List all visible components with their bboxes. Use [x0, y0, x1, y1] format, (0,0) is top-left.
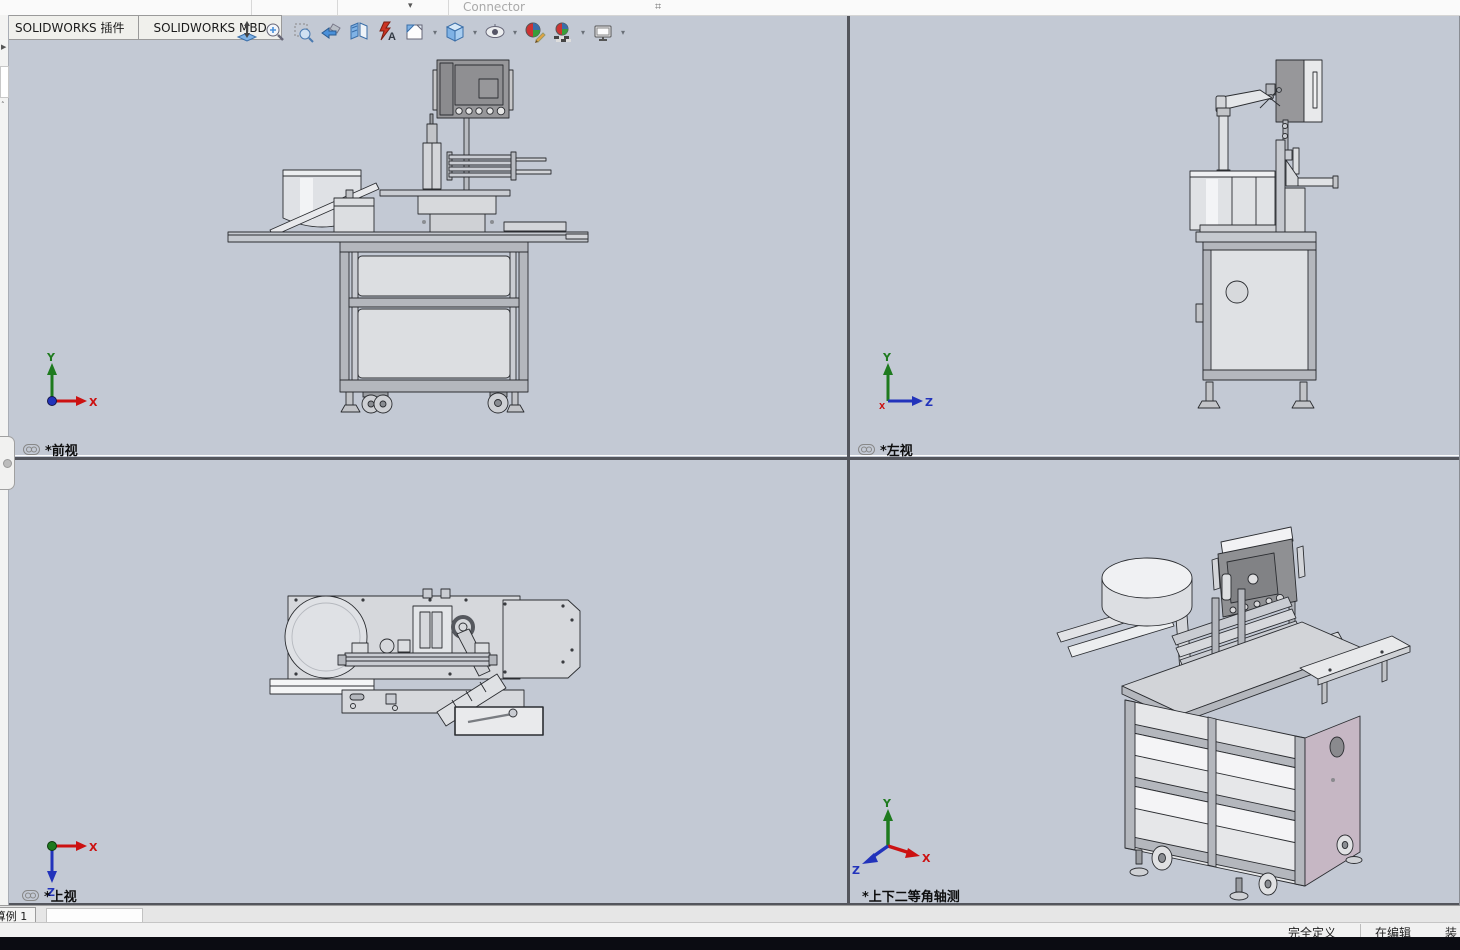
- mate-icon[interactable]: ⌗: [655, 0, 661, 14]
- graphics-area: Y X Y Z X X Z Y X: [0, 0, 1460, 950]
- link-icon: [858, 444, 875, 455]
- menu-separator: [337, 0, 338, 15]
- chevron-down-icon[interactable]: ▾: [470, 18, 480, 46]
- status-bar: 完全定义 在编辑 装: [0, 922, 1460, 937]
- motion-study-tab-bar: 算例 1: [0, 905, 1460, 922]
- collapsed-panel-box[interactable]: [0, 66, 9, 98]
- triad-isometric: Y X Z: [852, 797, 931, 877]
- menu-separator: [448, 0, 449, 15]
- zoom-to-selection-icon[interactable]: [290, 18, 316, 46]
- triad-left: Y Z X: [879, 351, 933, 411]
- view-settings-icon[interactable]: [590, 18, 616, 46]
- tab-solidworks-addins[interactable]: SOLIDWORKS 插件: [0, 15, 139, 40]
- edit-appearance-icon[interactable]: [522, 18, 548, 46]
- hide-show-items-icon[interactable]: [482, 18, 508, 46]
- svg-text:Y: Y: [882, 351, 892, 364]
- front-view-drawing[interactable]: [228, 60, 588, 413]
- svg-text:Y: Y: [46, 351, 56, 364]
- svg-text:X: X: [922, 852, 931, 865]
- dynamic-annotation-views-icon[interactable]: A: [374, 18, 400, 46]
- svg-text:X: X: [89, 841, 98, 854]
- viewport-split-horizontal[interactable]: [0, 457, 1460, 460]
- chevron-down-icon[interactable]: ▾: [408, 1, 413, 11]
- svg-text:Y: Y: [882, 797, 892, 810]
- svg-text:Z: Z: [852, 864, 860, 877]
- panel-flyout-tab[interactable]: [0, 436, 15, 490]
- expand-panel-arrow-icon[interactable]: ▶: [1, 43, 6, 51]
- previous-view-icon[interactable]: [318, 18, 344, 46]
- chevron-down-icon[interactable]: ▾: [510, 18, 520, 46]
- status-separator: [1360, 924, 1361, 937]
- isometric-view-drawing[interactable]: [1057, 527, 1410, 900]
- zoom-to-area-icon[interactable]: [262, 18, 288, 46]
- collapse-up-arrow-icon[interactable]: ˄: [1, 101, 5, 109]
- chevron-down-icon[interactable]: ▾: [430, 18, 440, 46]
- left-view-drawing[interactable]: [1190, 60, 1338, 408]
- taskbar-band: [0, 937, 1460, 950]
- link-icon: [23, 444, 40, 455]
- connector-command-label[interactable]: Connector: [463, 0, 525, 14]
- display-style-icon[interactable]: [442, 18, 468, 46]
- svg-text:X: X: [879, 402, 886, 411]
- link-icon: [22, 890, 39, 901]
- view-orientation-icon[interactable]: [402, 18, 428, 46]
- viewport-label-top: *上视: [22, 886, 77, 905]
- zoom-to-fit-icon[interactable]: [234, 18, 260, 46]
- menu-separator: [251, 0, 252, 15]
- viewport-split-hairline: [0, 455, 1460, 456]
- svg-text:A: A: [388, 31, 396, 43]
- flyout-grip-dot: [3, 459, 12, 468]
- chevron-down-icon[interactable]: ▾: [578, 18, 588, 46]
- menu-row: ▾ Connector ⌗: [0, 0, 1460, 16]
- svg-text:Z: Z: [925, 396, 933, 409]
- top-view-drawing[interactable]: [270, 589, 580, 735]
- viewport-label-isometric: *上下二等角轴测: [862, 886, 960, 905]
- heads-up-toolbar: A ▾ ▾ ▾ ▾ ▾: [234, 17, 628, 47]
- chevron-down-icon[interactable]: ▾: [618, 18, 628, 46]
- timeline-blank-area: [46, 908, 143, 923]
- viewport-label-left: *左视: [858, 440, 913, 459]
- svg-text:X: X: [89, 396, 98, 409]
- apply-scene-icon[interactable]: [550, 18, 576, 46]
- triad-front: Y X: [46, 351, 98, 409]
- viewport-split-vertical[interactable]: [847, 15, 850, 903]
- viewport-label-front: *前视: [23, 440, 78, 459]
- section-view-icon[interactable]: [346, 18, 372, 46]
